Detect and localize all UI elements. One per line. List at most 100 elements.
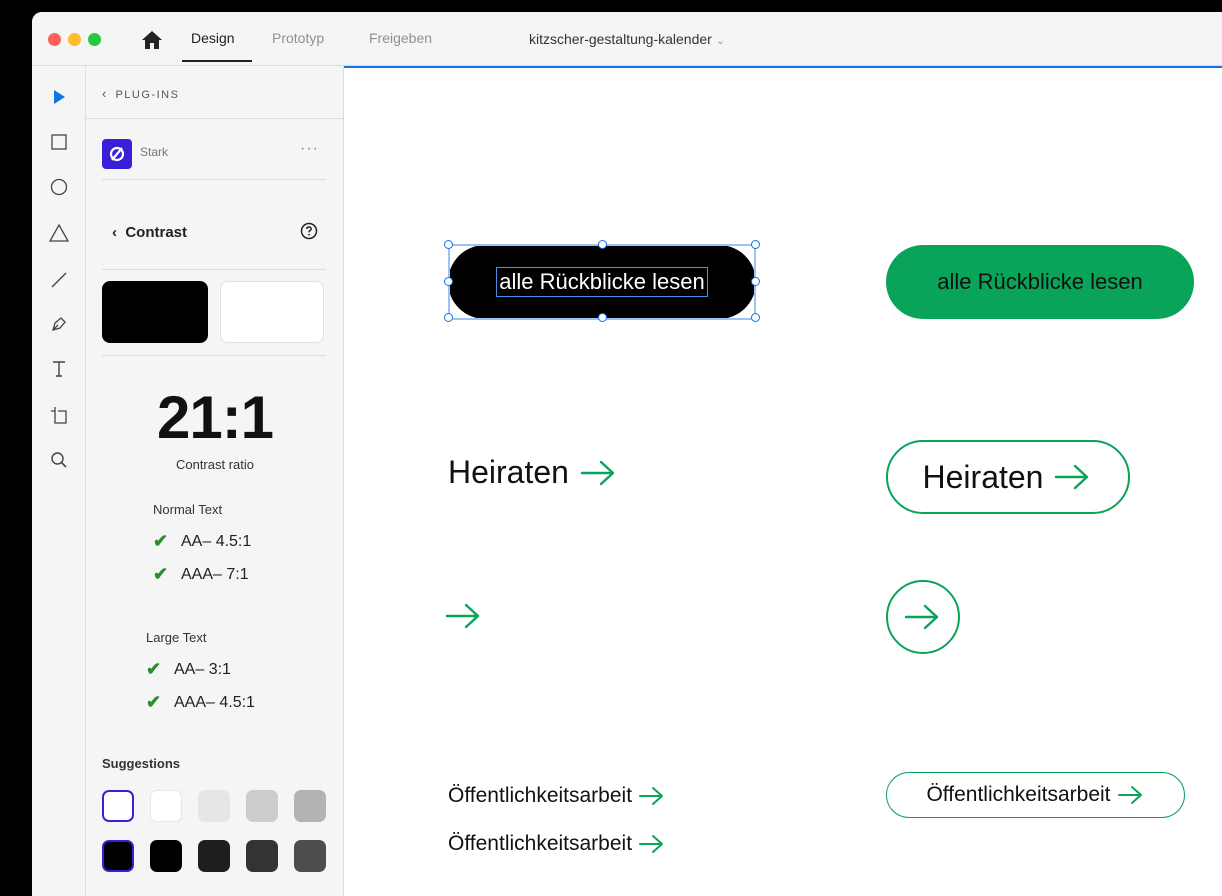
plugin-name: Stark — [140, 145, 169, 159]
divider — [102, 269, 326, 270]
zoom-tool[interactable] — [46, 447, 72, 473]
app-window: Design Prototyp Freigeben kitzscher-gest… — [32, 12, 1222, 896]
large-aaa-result: ✔ AAA– 4.5:1 — [146, 692, 255, 713]
normal-text-heading: Normal Text — [153, 502, 223, 517]
stark-logo-icon — [109, 146, 125, 162]
arrow-right-icon — [580, 460, 615, 485]
arrow-circle-button[interactable] — [886, 580, 960, 654]
contrast-ratio-value: 21:1 — [156, 384, 274, 451]
suggestion-swatch[interactable] — [150, 790, 182, 822]
ellipse-tool[interactable] — [46, 174, 72, 200]
pen-icon — [52, 317, 66, 331]
oeffentlichkeitsarbeit-link[interactable]: Öffentlichkeitsarbeit — [448, 832, 666, 856]
text-tool[interactable] — [46, 356, 72, 382]
suggestion-swatch[interactable] — [102, 790, 134, 822]
green-button[interactable]: alle Rückblicke lesen — [886, 245, 1194, 319]
link-text: Heiraten — [448, 454, 569, 490]
divider — [86, 118, 344, 119]
line-tool[interactable] — [46, 267, 72, 293]
line-icon — [51, 272, 67, 288]
normal-aaa-label: AAA– 7:1 — [181, 565, 249, 583]
design-canvas[interactable]: alle Rückblicke lesen alle Rückblicke le… — [344, 68, 1222, 896]
resize-handle[interactable] — [751, 240, 760, 249]
section-title: Contrast — [125, 224, 188, 241]
link-text: Öffentlichkeitsarbeit — [448, 832, 633, 855]
artboard-tool[interactable] — [46, 402, 72, 428]
pen-tool[interactable] — [46, 311, 72, 337]
plugin-panel: ‹ PLUG-INS Stark ··· ‹ Contrast 21:1 Con… — [86, 66, 344, 896]
document-title[interactable]: kitzscher-gestaltung-kalender ⌄ — [32, 31, 1222, 47]
foreground-color-swatch[interactable] — [102, 281, 208, 343]
background-color-swatch[interactable] — [220, 281, 324, 343]
large-text-heading: Large Text — [146, 630, 207, 645]
large-aa-result: ✔ AA– 3:1 — [146, 659, 231, 680]
title-bar: Design Prototyp Freigeben kitzscher-gest… — [32, 12, 1222, 66]
help-icon[interactable] — [300, 222, 318, 240]
chevron-left-icon: ‹ — [102, 86, 107, 101]
suggestion-swatch[interactable] — [246, 840, 278, 872]
suggestion-swatch[interactable] — [150, 840, 182, 872]
chevron-down-icon: ⌄ — [715, 35, 726, 47]
triangle-icon — [49, 224, 69, 242]
oeffentlichkeitsarbeit-link[interactable]: Öffentlichkeitsarbeit — [448, 784, 666, 808]
rectangle-icon — [51, 134, 67, 150]
check-icon: ✔ — [153, 564, 169, 584]
back-to-plugins-link[interactable]: ‹ PLUG-INS — [102, 86, 179, 101]
link-text: Öffentlichkeitsarbeit — [448, 784, 633, 807]
suggestions-heading: Suggestions — [102, 756, 181, 771]
selection-box — [448, 244, 756, 320]
suggestion-swatch[interactable] — [294, 790, 326, 822]
heiraten-link[interactable]: Heiraten — [448, 454, 619, 491]
chevron-left-icon: ‹ — [112, 224, 117, 241]
suggestion-swatch[interactable] — [294, 840, 326, 872]
arrow-right-icon — [639, 787, 664, 805]
magnifier-icon — [51, 452, 67, 468]
stark-logo — [102, 139, 132, 169]
contrast-ratio-label: Contrast ratio — [175, 457, 255, 472]
ellipse-icon — [50, 178, 68, 196]
resize-handle[interactable] — [598, 313, 607, 322]
divider — [102, 355, 326, 356]
arrow-right-icon — [904, 604, 939, 630]
resize-handle[interactable] — [598, 240, 607, 249]
artboard-icon — [51, 407, 67, 424]
heiraten-outline-button[interactable]: Heiraten — [886, 440, 1130, 514]
large-aaa-label: AAA– 4.5:1 — [174, 693, 255, 711]
polygon-tool[interactable] — [46, 220, 72, 246]
back-label: PLUG-INS — [115, 89, 180, 101]
suggestion-swatch[interactable] — [198, 840, 230, 872]
large-aa-label: AA– 3:1 — [174, 660, 231, 678]
button-text: alle Rückblicke lesen — [937, 269, 1143, 294]
check-icon: ✔ — [153, 531, 169, 551]
check-icon: ✔ — [146, 692, 162, 712]
suggestion-swatch[interactable] — [246, 790, 278, 822]
resize-handle[interactable] — [444, 277, 453, 286]
normal-aa-result: ✔ AA– 4.5:1 — [153, 531, 251, 552]
resize-handle[interactable] — [751, 313, 760, 322]
suggestion-swatch[interactable] — [198, 790, 230, 822]
tool-bar — [32, 66, 86, 896]
contrast-back-button[interactable]: ‹ Contrast — [112, 224, 187, 241]
arrow-right-icon — [1055, 464, 1089, 490]
suggestion-swatch[interactable] — [102, 840, 134, 872]
button-text: Heiraten — [922, 458, 1044, 495]
normal-aaa-result: ✔ AAA– 7:1 — [153, 564, 249, 585]
select-tool[interactable] — [46, 84, 72, 110]
resize-handle[interactable] — [751, 277, 760, 286]
rectangle-tool[interactable] — [46, 129, 72, 155]
check-icon: ✔ — [146, 659, 162, 679]
document-title-text: kitzscher-gestaltung-kalender — [528, 31, 712, 47]
button-text: Öffentlichkeitsarbeit — [926, 783, 1111, 806]
oeffentlichkeitsarbeit-outline-button[interactable]: Öffentlichkeitsarbeit — [886, 772, 1185, 818]
arrow-right-icon — [1117, 786, 1142, 804]
text-t-icon — [53, 361, 65, 377]
select-arrow-icon — [54, 90, 65, 104]
resize-handle[interactable] — [444, 313, 453, 322]
normal-aa-label: AA– 4.5:1 — [181, 532, 252, 550]
divider — [102, 179, 326, 180]
active-tab-indicator — [182, 60, 252, 62]
more-options-button[interactable]: ··· — [300, 140, 319, 158]
arrow-right-icon — [639, 835, 664, 853]
arrow-right-icon[interactable] — [444, 601, 484, 631]
resize-handle[interactable] — [444, 240, 453, 249]
